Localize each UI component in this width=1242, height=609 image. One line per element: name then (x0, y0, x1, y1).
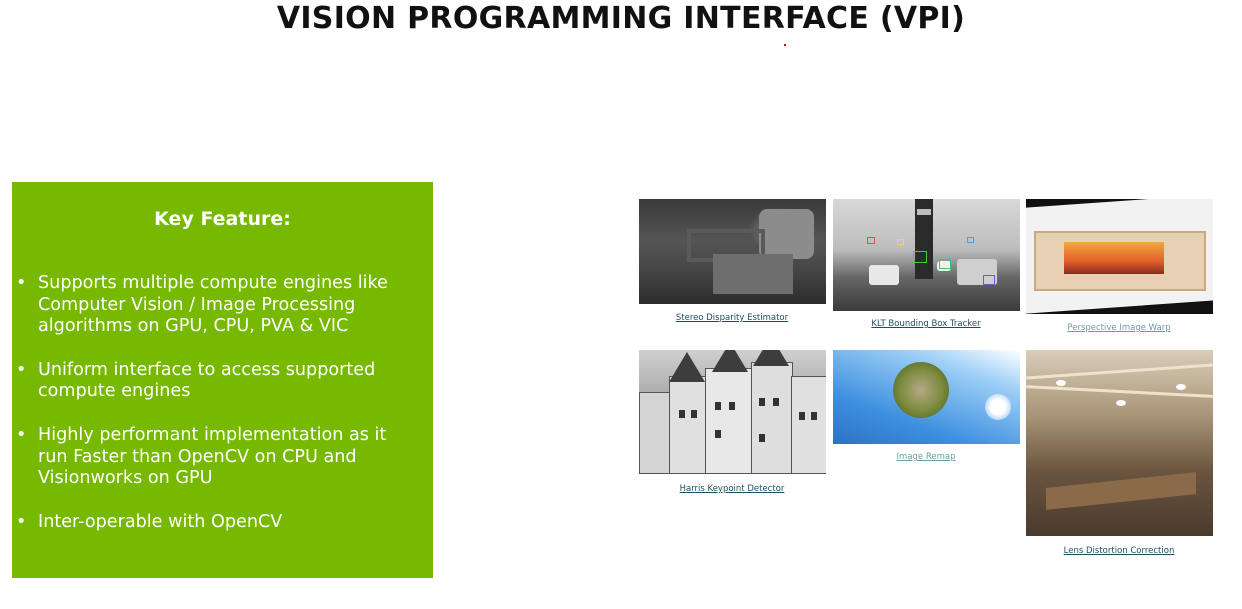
stereo-disparity-link[interactable]: Stereo Disparity Estimator (637, 313, 827, 323)
harris-keypoint-link[interactable]: Harris Keypoint Detector (637, 484, 827, 494)
key-feature-box: Key Feature: • Supports multiple compute… (12, 182, 433, 578)
key-feature-heading: Key Feature: (154, 208, 291, 230)
feature-text: Inter-operable with OpenCV (38, 511, 283, 532)
bullet-icon: • (16, 359, 27, 380)
feature-text: Highly performant implementation as it r… (38, 424, 387, 489)
feature-item: • Inter-operable with OpenCV (12, 512, 425, 534)
harris-keypoint-image (639, 350, 826, 474)
slide-title: VISION PROGRAMMING INTERFACE (VPI) (276, 1, 966, 36)
feature-text: Uniform interface to access supported co… (38, 359, 376, 402)
bullet-icon: • (16, 511, 27, 532)
feature-item: • Uniform interface to access supported … (12, 360, 425, 403)
feature-item: • Highly performant implementation as it… (12, 425, 425, 490)
klt-tracker-image (833, 199, 1020, 311)
perspective-warp-image (1026, 199, 1213, 314)
feature-item: • Supports multiple compute engines like… (12, 273, 425, 338)
stereo-disparity-image (639, 199, 826, 304)
bullet-icon: • (16, 424, 27, 445)
image-remap-link[interactable]: Image Remap (831, 452, 1021, 462)
image-remap-image (833, 350, 1020, 444)
lens-distortion-link[interactable]: Lens Distortion Correction (1024, 546, 1214, 556)
feature-list: • Supports multiple compute engines like… (12, 273, 425, 555)
perspective-warp-link[interactable]: Perspective Image Warp (1024, 323, 1214, 333)
feature-text: Supports multiple compute engines like C… (38, 273, 388, 337)
klt-tracker-link[interactable]: KLT Bounding Box Tracker (831, 319, 1021, 329)
lens-distortion-image (1026, 350, 1213, 536)
bullet-icon: • (16, 273, 27, 293)
red-dot (784, 44, 786, 46)
